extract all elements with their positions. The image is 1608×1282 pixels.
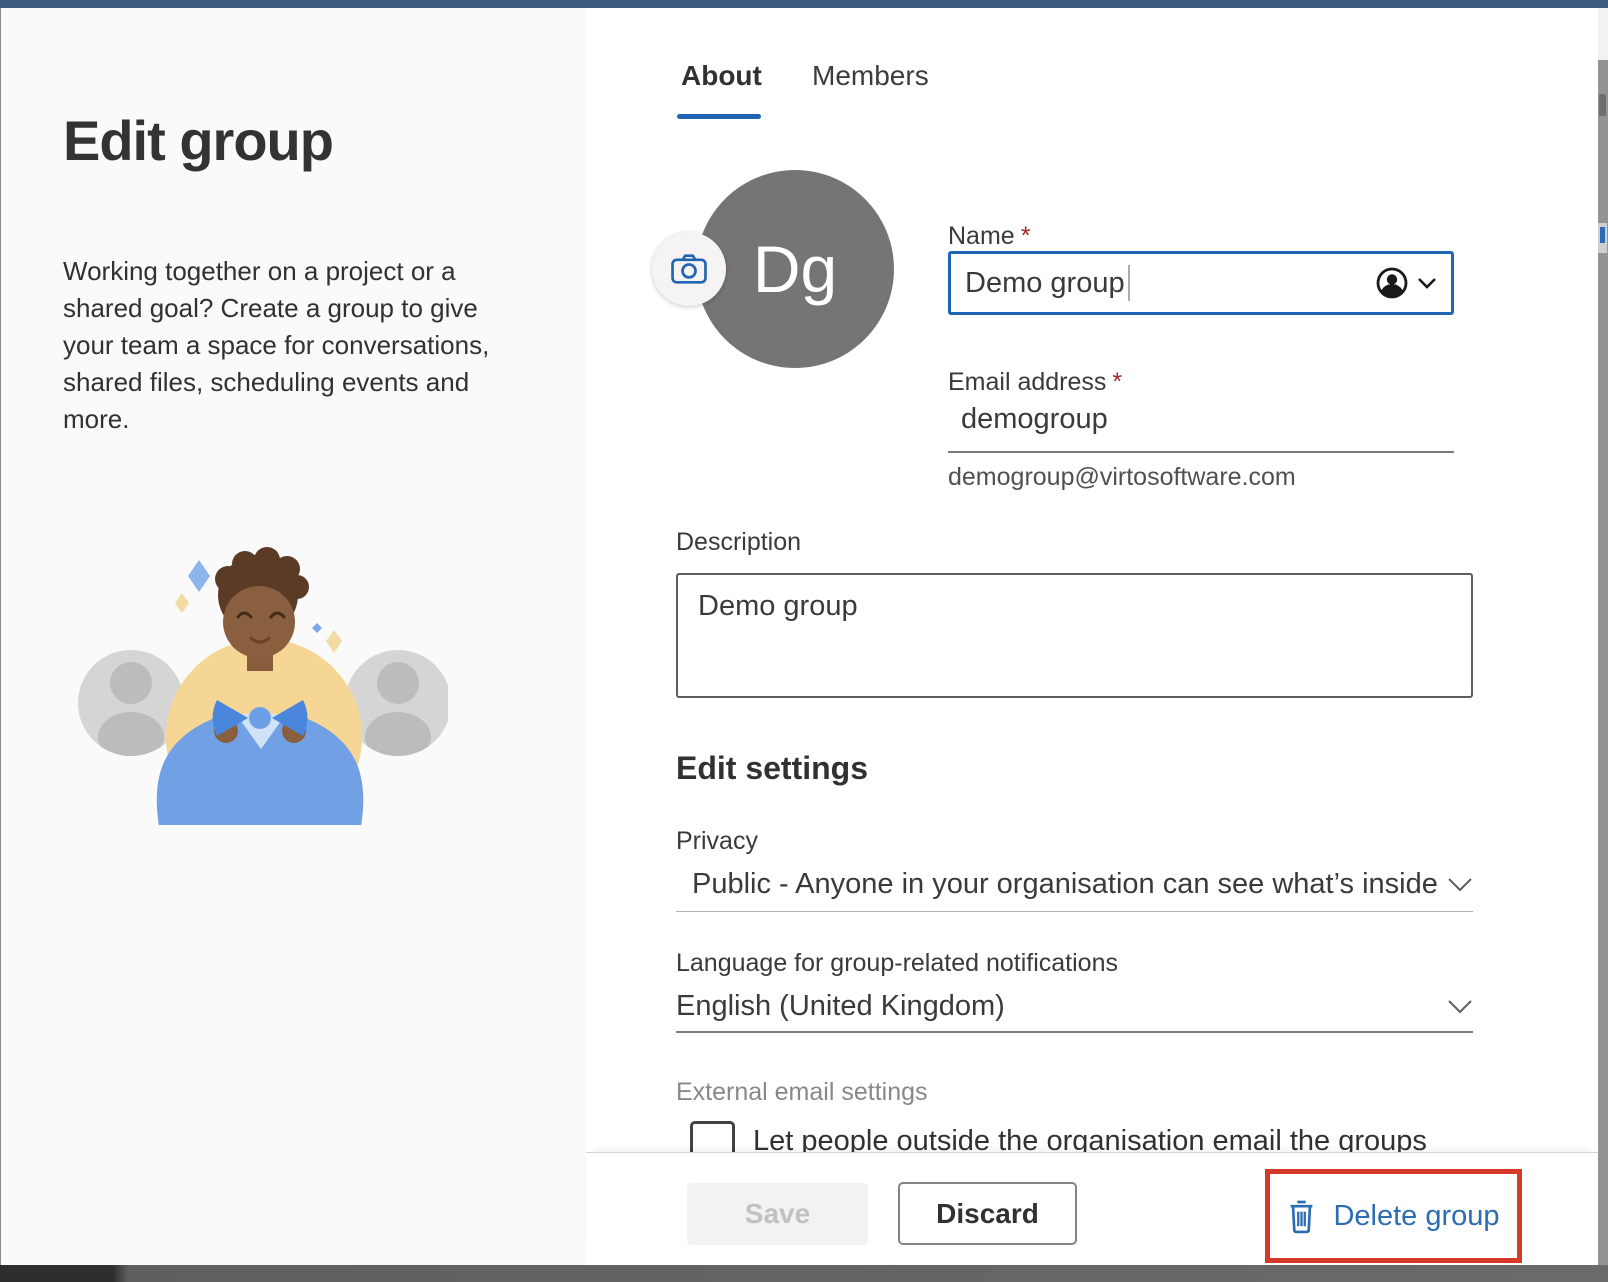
email-label: Email address* — [948, 368, 1122, 397]
email-full-address: demogroup@virtosoftware.com — [948, 463, 1296, 492]
external-email-settings-label: External email settings — [676, 1078, 928, 1107]
language-selected-value: English (United Kingdom) — [676, 990, 1005, 1023]
name-input[interactable]: Demo group — [948, 251, 1454, 315]
description-textarea[interactable]: Demo group — [676, 573, 1473, 698]
email-input[interactable]: demogroup — [961, 403, 1108, 436]
window-bottom-edge — [0, 1265, 1608, 1282]
edit-group-dialog: Edit group Working together on a project… — [0, 0, 1608, 1282]
language-select-underline — [676, 1031, 1473, 1033]
dialog-footer: Save Discard Delete group — [586, 1152, 1598, 1265]
discard-button[interactable]: Discard — [898, 1182, 1077, 1245]
page-description: Working together on a project or a share… — [63, 253, 515, 438]
description-label: Description — [676, 528, 801, 557]
window-top-edge — [0, 0, 1608, 8]
group-illustration — [68, 525, 448, 825]
chevron-down-icon — [1447, 999, 1473, 1014]
chevron-down-icon — [1447, 877, 1473, 892]
contact-card-icon[interactable] — [1371, 262, 1413, 304]
language-label: Language for group-related notifications — [676, 949, 1118, 978]
text-caret — [1128, 265, 1130, 301]
camera-icon — [670, 253, 708, 285]
language-select[interactable]: English (United Kingdom) — [676, 984, 1473, 1028]
required-asterisk: * — [1112, 368, 1122, 396]
required-asterisk: * — [1021, 222, 1031, 250]
delete-group-annotation-box: Delete group — [1265, 1169, 1522, 1263]
background-page-edge — [1598, 8, 1608, 1265]
privacy-selected-value: Public - Anyone in your organisation can… — [676, 868, 1438, 901]
active-tab-indicator — [677, 114, 761, 119]
edit-settings-heading: Edit settings — [676, 750, 868, 787]
name-input-value: Demo group — [965, 267, 1125, 300]
email-input-underline — [948, 451, 1454, 453]
page-title: Edit group — [63, 108, 333, 173]
tab-about[interactable]: About — [681, 60, 762, 92]
privacy-select-underline — [676, 911, 1473, 912]
privacy-label: Privacy — [676, 827, 758, 856]
tab-members[interactable]: Members — [812, 60, 929, 92]
save-button[interactable]: Save — [687, 1183, 868, 1245]
edit-photo-button[interactable] — [652, 232, 726, 306]
name-label: Name* — [948, 222, 1030, 251]
privacy-select[interactable]: Public - Anyone in your organisation can… — [676, 862, 1473, 906]
delete-group-button[interactable]: Delete group — [1270, 1174, 1517, 1258]
avatar-initials: Dg — [753, 236, 837, 302]
chevron-down-icon[interactable] — [1417, 277, 1437, 289]
trash-icon — [1287, 1198, 1316, 1235]
delete-group-label: Delete group — [1333, 1200, 1499, 1233]
